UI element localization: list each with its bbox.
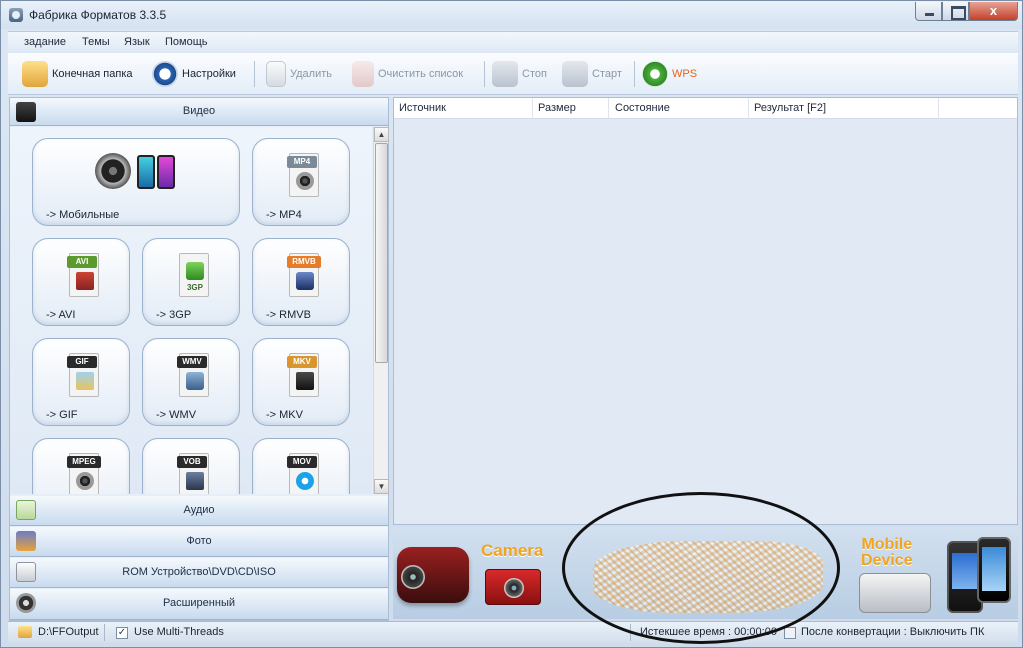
mov-file-icon: MOV: [287, 453, 319, 494]
mpeg-file-icon: MPEG: [67, 453, 101, 494]
menu-task[interactable]: задание: [24, 36, 66, 48]
after-convert-label: После конвертации : Выключить ПК: [801, 626, 985, 638]
wmv-file-icon: WMV: [177, 353, 209, 397]
gear-icon: [152, 61, 178, 87]
camera-label: Camera: [481, 541, 544, 560]
tile-mov[interactable]: MOV: [252, 438, 350, 494]
tile-rmvb[interactable]: RMVB -> RMVB: [252, 238, 350, 326]
pda-icon: [859, 573, 931, 613]
phone-icon: [137, 155, 155, 189]
column-result[interactable]: Результат [F2]: [754, 102, 826, 114]
after-convert-checkbox[interactable]: [784, 627, 796, 639]
stop-icon: [492, 61, 518, 87]
column-status[interactable]: Состояние: [615, 102, 670, 114]
start-button[interactable]: Старт: [562, 60, 622, 88]
category-video[interactable]: Видео: [10, 98, 388, 126]
hand-drawn-circle-annotation: [562, 492, 840, 644]
film-reel-icon: [95, 153, 131, 189]
main-window: Фабрика Форматов 3.3.5 x задание Темы Яз…: [0, 0, 1023, 648]
settings-button[interactable]: Настройки: [152, 60, 236, 88]
scroll-down-arrow-icon[interactable]: ▼: [374, 479, 389, 494]
toolbar-divider: [254, 61, 255, 87]
stop-button[interactable]: Стоп: [492, 60, 547, 88]
category-rom-dvd-cd-iso[interactable]: ROM Устройство\DVD\CD\ISO: [10, 558, 388, 588]
output-path[interactable]: D:\FFOutput: [38, 626, 99, 638]
window-title: Фабрика Форматов 3.3.5: [29, 8, 167, 22]
task-list-header: Источник Размер Состояние Результат [F2]: [394, 98, 1017, 119]
rmvb-file-icon: RMVB: [287, 253, 321, 297]
clear-icon: [352, 61, 374, 87]
folder-icon: [22, 61, 48, 87]
delete-button[interactable]: Удалить: [266, 60, 332, 88]
task-list[interactable]: Источник Размер Состояние Результат [F2]: [393, 97, 1018, 525]
scroll-thumb[interactable]: [375, 143, 388, 363]
iphone-icon: [977, 537, 1011, 603]
clear-list-button[interactable]: Очистить список: [352, 60, 463, 88]
tile-avi[interactable]: AVI -> AVI: [32, 238, 130, 326]
mp4-file-icon: MP4: [287, 153, 319, 197]
scroll-up-arrow-icon[interactable]: ▲: [374, 127, 389, 142]
folder-icon: [18, 626, 32, 638]
wps-button[interactable]: WPS: [642, 60, 697, 88]
start-icon: [562, 61, 588, 87]
app-icon[interactable]: [9, 8, 23, 22]
avi-file-icon: AVI: [67, 253, 99, 297]
tile-gif[interactable]: GIF -> GIF: [32, 338, 130, 426]
toolbar: Конечная папка Настройки Удалить Очистит…: [8, 53, 1018, 95]
menu-bar: задание Темы Язык Помощь: [8, 31, 1018, 53]
multithreads-checkbox[interactable]: ✓: [116, 627, 128, 639]
category-panel: Видео -> Мобильные MP4 -> MP4 AVI -> AVI…: [9, 97, 389, 621]
category-audio[interactable]: Аудио: [10, 496, 388, 526]
tile-mp4[interactable]: MP4 -> MP4: [252, 138, 350, 226]
gif-file-icon: GIF: [67, 353, 99, 397]
minimize-button[interactable]: [915, 2, 942, 21]
tile-mpeg[interactable]: MPEG: [32, 438, 130, 494]
output-folder-button[interactable]: Конечная папка: [22, 60, 133, 88]
phone-icon: [157, 155, 175, 189]
tile-3gp[interactable]: 3GP -> 3GP: [142, 238, 240, 326]
menu-themes[interactable]: Темы: [82, 36, 110, 48]
delete-icon: [266, 61, 286, 87]
vob-file-icon: VOB: [177, 453, 209, 494]
mkv-file-icon: MKV: [287, 353, 319, 397]
menu-help[interactable]: Помощь: [165, 36, 208, 48]
close-button[interactable]: x: [969, 2, 1018, 21]
format-grid: -> Мобильные MP4 -> MP4 AVI -> AVI 3GP -…: [10, 127, 372, 494]
column-size[interactable]: Размер: [538, 102, 576, 114]
globe-search-icon: [642, 61, 668, 87]
toolbar-divider: [634, 61, 635, 87]
format-scrollbar[interactable]: ▲ ▼: [373, 127, 389, 494]
mobile-device-label: Mobile Device: [861, 536, 913, 569]
toolbar-divider: [484, 61, 485, 87]
menu-language[interactable]: Язык: [124, 36, 150, 48]
tile-wmv[interactable]: WMV -> WMV: [142, 338, 240, 426]
camcorder-icon: [397, 547, 469, 603]
column-source[interactable]: Источник: [399, 102, 446, 114]
title-bar: Фабрика Форматов 3.3.5 x: [1, 1, 1022, 29]
tile-mobile[interactable]: -> Мобильные: [32, 138, 240, 226]
status-bar: D:\FFOutput ✓ Use Multi-Threads Истекшее…: [8, 621, 1018, 643]
multithreads-label: Use Multi-Threads: [134, 626, 224, 638]
category-photo[interactable]: Фото: [10, 527, 388, 557]
maximize-button[interactable]: [942, 2, 969, 21]
category-advanced[interactable]: Расширенный: [10, 589, 388, 620]
tile-vob[interactable]: VOB: [142, 438, 240, 494]
3gp-file-icon: 3GP: [179, 253, 209, 297]
tile-mkv[interactable]: MKV -> MKV: [252, 338, 350, 426]
camera-icon: [485, 569, 541, 605]
